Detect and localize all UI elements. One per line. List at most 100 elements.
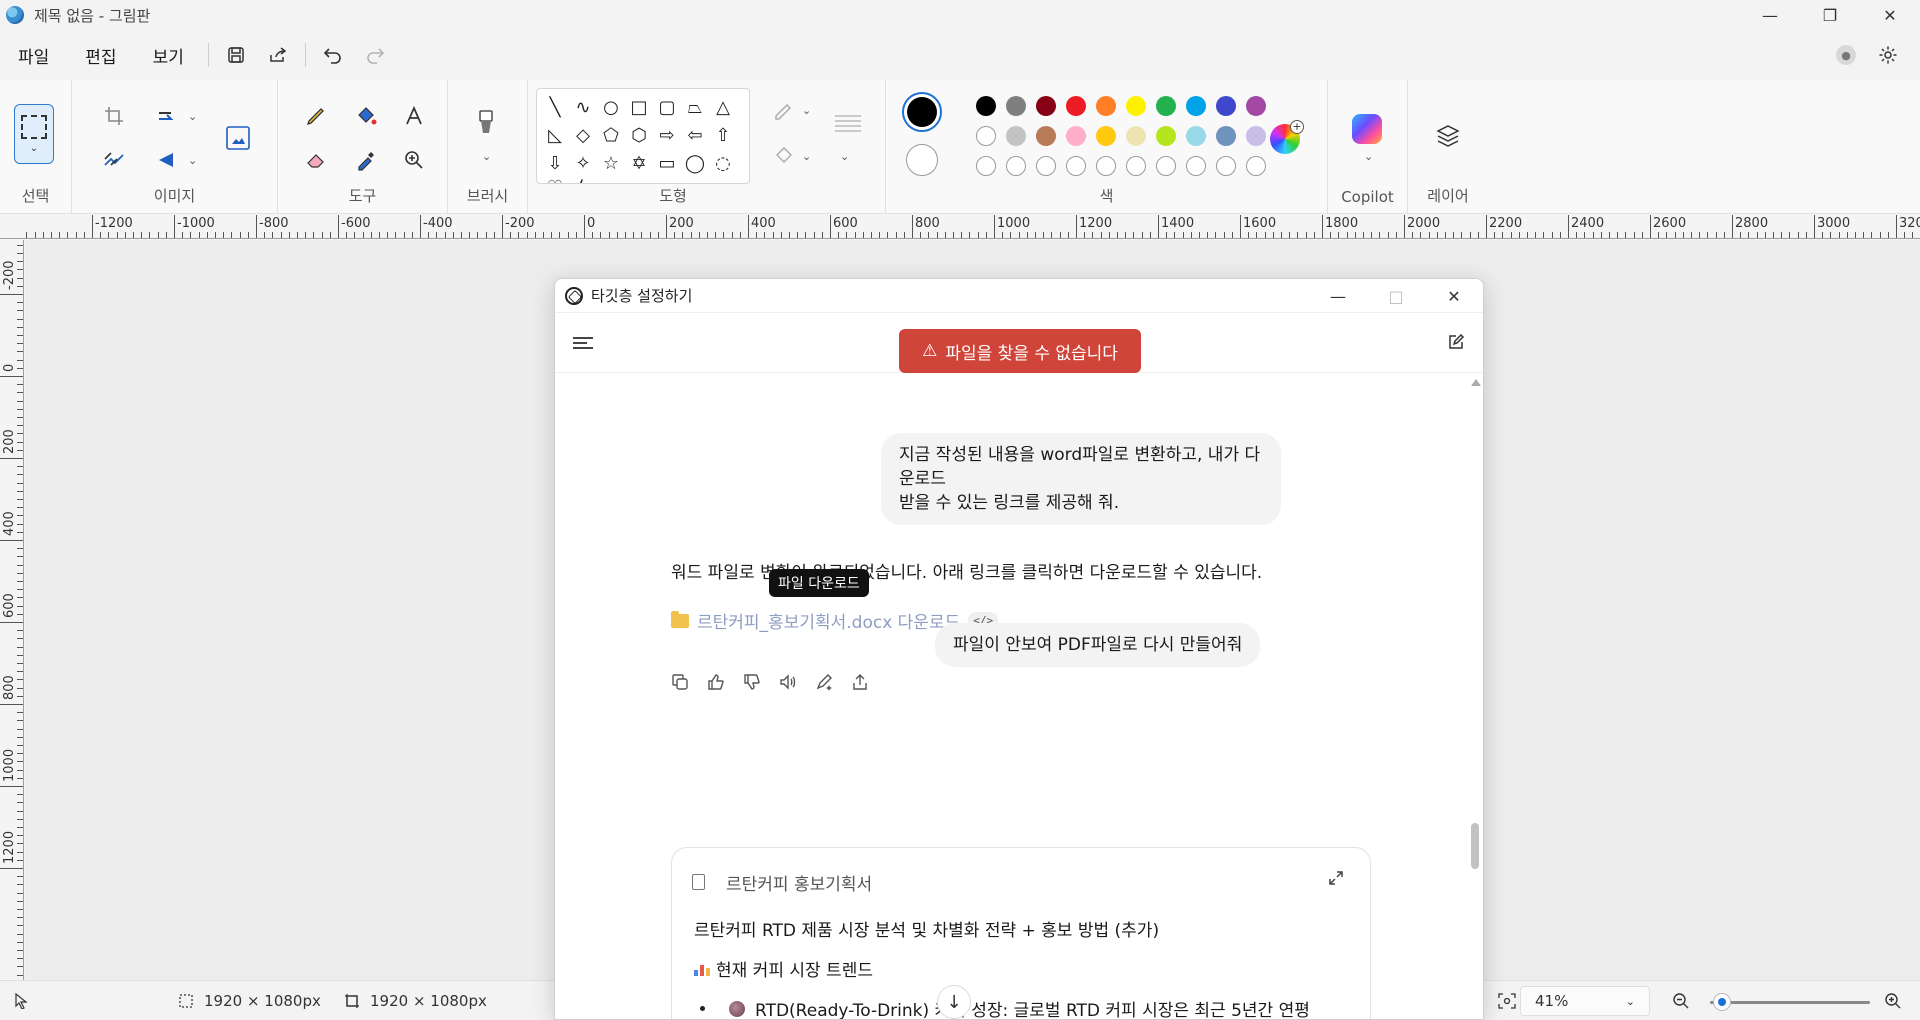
up-arrow-shape-icon[interactable]: ⇧: [711, 123, 735, 147]
five-point-star-shape-icon[interactable]: ☆: [599, 151, 623, 175]
heart-shape-icon[interactable]: ♡: [543, 175, 567, 184]
right-triangle-shape-icon[interactable]: ◺: [543, 123, 567, 147]
read-aloud-icon[interactable]: [777, 671, 799, 693]
line-shape-icon[interactable]: ╲: [543, 95, 567, 119]
sidebar-menu-icon[interactable]: [573, 337, 593, 349]
color-picker-icon[interactable]: [348, 142, 384, 178]
shape-fill-icon[interactable]: [766, 138, 802, 174]
color-swatch[interactable]: [1096, 126, 1116, 146]
color-swatch[interactable]: [1126, 96, 1146, 116]
copilot-icon[interactable]: [1352, 114, 1382, 144]
four-point-star-shape-icon[interactable]: ✧: [571, 151, 595, 175]
menu-edit[interactable]: 편집: [67, 43, 134, 68]
shape-outline-icon[interactable]: [766, 92, 802, 128]
triangle-shape-icon[interactable]: △: [711, 95, 735, 119]
zoom-slider-thumb[interactable]: [1713, 993, 1731, 1011]
copilot-chevron-icon[interactable]: ⌄: [1364, 150, 1373, 163]
chat-maximize-button[interactable]: □: [1367, 279, 1425, 313]
thumbs-up-icon[interactable]: [705, 671, 727, 693]
right-arrow-shape-icon[interactable]: ⇨: [655, 123, 679, 147]
color-swatch[interactable]: [1126, 126, 1146, 146]
custom-color-slot[interactable]: [1246, 156, 1266, 176]
crop-icon[interactable]: [96, 98, 132, 134]
close-button[interactable]: ✕: [1860, 0, 1920, 30]
color-swatch[interactable]: [1066, 96, 1086, 116]
share-icon[interactable]: [257, 37, 299, 73]
cloud-callout-shape-icon[interactable]: ◌: [711, 151, 735, 175]
zoom-dropdown[interactable]: 41% ⌄: [1520, 986, 1650, 1016]
custom-color-slot[interactable]: [1186, 156, 1206, 176]
undo-icon[interactable]: [312, 37, 354, 73]
redo-icon[interactable]: [354, 37, 396, 73]
color-swatch[interactable]: [1246, 126, 1266, 146]
down-arrow-shape-icon[interactable]: ⇩: [543, 151, 567, 175]
share-icon[interactable]: [849, 671, 871, 693]
color-swatch[interactable]: [1156, 126, 1176, 146]
magnifier-icon[interactable]: [396, 142, 432, 178]
left-arrow-shape-icon[interactable]: ⇦: [683, 123, 707, 147]
color-swatch[interactable]: [1066, 126, 1086, 146]
thumbs-down-icon[interactable]: [741, 671, 763, 693]
diamond-shape-icon[interactable]: ◇: [571, 123, 595, 147]
outline-chevron-icon[interactable]: ⌄: [802, 104, 811, 117]
scroll-up-arrow-icon[interactable]: [1471, 379, 1481, 386]
new-chat-edit-icon[interactable]: [1445, 331, 1467, 353]
save-icon[interactable]: [215, 37, 257, 73]
zoom-slider-track[interactable]: [1710, 1001, 1870, 1004]
line-size-icon[interactable]: [830, 106, 866, 142]
pentagon-shape-icon[interactable]: ⬠: [599, 123, 623, 147]
color-swatch[interactable]: [1006, 96, 1026, 116]
color-swatch[interactable]: [1036, 96, 1056, 116]
account-avatar-icon[interactable]: ●: [1836, 45, 1856, 65]
color-swatch[interactable]: [976, 126, 996, 146]
color-swatch[interactable]: [1156, 96, 1176, 116]
color-swatch[interactable]: [1186, 126, 1206, 146]
rectangle-shape-icon[interactable]: □: [627, 95, 651, 119]
color-swatch[interactable]: [1036, 126, 1056, 146]
rect-callout-shape-icon[interactable]: ▭: [655, 151, 679, 175]
line-size-chevron-icon[interactable]: ⌄: [840, 150, 849, 163]
secondary-color-button[interactable]: [906, 144, 938, 176]
custom-color-slot[interactable]: [1156, 156, 1176, 176]
rotate-chevron-icon[interactable]: ⌄: [188, 110, 197, 123]
polygon-shape-icon[interactable]: ⏢: [683, 95, 707, 119]
curve-shape-icon[interactable]: ∿: [571, 95, 595, 119]
color-swatch[interactable]: [1186, 96, 1206, 116]
color-swatch[interactable]: [1216, 126, 1236, 146]
restore-button[interactable]: ❐: [1800, 0, 1860, 30]
custom-color-slot[interactable]: [976, 156, 996, 176]
copy-icon[interactable]: [669, 671, 691, 693]
chat-scrollbar-thumb[interactable]: [1471, 823, 1479, 869]
menu-view[interactable]: 보기: [135, 43, 202, 68]
color-swatch[interactable]: [1096, 96, 1116, 116]
menu-file[interactable]: 파일: [0, 43, 67, 68]
minimize-button[interactable]: —: [1740, 0, 1800, 30]
resize-icon[interactable]: [220, 120, 256, 156]
custom-color-slot[interactable]: [1066, 156, 1086, 176]
expand-icon[interactable]: [1328, 870, 1344, 891]
color-swatch[interactable]: [1246, 96, 1266, 116]
rounded-rectangle-shape-icon[interactable]: ▢: [655, 95, 679, 119]
lightning-shape-icon[interactable]: ϟ: [571, 175, 595, 184]
fill-bucket-icon[interactable]: [348, 98, 384, 134]
remove-background-icon[interactable]: [96, 142, 132, 178]
select-tool-button[interactable]: ⌄: [14, 104, 54, 164]
fit-to-window-icon[interactable]: [1498, 992, 1516, 1009]
brush-chevron-icon[interactable]: ⌄: [482, 150, 491, 163]
color-swatch[interactable]: [976, 96, 996, 116]
edit-in-canvas-icon[interactable]: [813, 671, 835, 693]
chat-close-button[interactable]: ✕: [1425, 279, 1483, 313]
oval-shape-icon[interactable]: ○: [599, 95, 623, 119]
pencil-icon[interactable]: [298, 98, 334, 134]
chat-minimize-button[interactable]: —: [1309, 279, 1367, 313]
hexagon-shape-icon[interactable]: ⬡: [627, 123, 651, 147]
custom-color-slot[interactable]: [1216, 156, 1236, 176]
flip-icon[interactable]: [148, 142, 184, 178]
custom-color-slot[interactable]: [1096, 156, 1116, 176]
custom-color-slot[interactable]: [1126, 156, 1146, 176]
rotate-icon[interactable]: [148, 98, 184, 134]
six-point-star-shape-icon[interactable]: ✡: [627, 151, 651, 175]
scroll-down-button[interactable]: ↓: [937, 985, 971, 1019]
oval-callout-shape-icon[interactable]: ◯: [683, 151, 707, 175]
color-swatch[interactable]: [1216, 96, 1236, 116]
